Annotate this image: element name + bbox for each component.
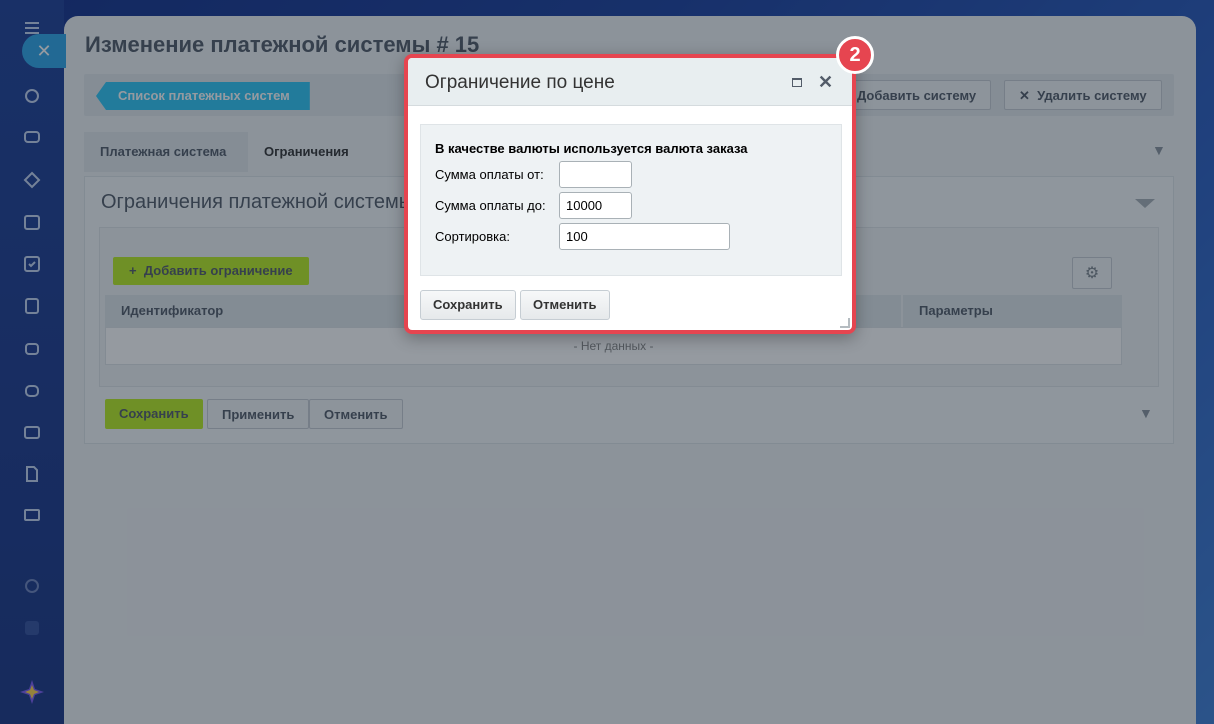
min-amount-label: Сумма оплаты от: bbox=[435, 167, 544, 182]
price-restriction-dialog: Ограничение по цене ✕ В качестве валюты … bbox=[404, 54, 856, 334]
dialog-header: Ограничение по цене ✕ bbox=[408, 58, 852, 106]
maximize-icon[interactable] bbox=[792, 78, 802, 87]
dialog-cancel-button[interactable]: Отменить bbox=[520, 290, 610, 320]
min-amount-input[interactable] bbox=[559, 161, 632, 188]
step-badge: 2 bbox=[836, 36, 874, 74]
dialog-title: Ограничение по цене bbox=[425, 72, 615, 93]
close-icon[interactable]: ✕ bbox=[818, 72, 833, 93]
sort-label: Сортировка: bbox=[435, 229, 510, 244]
max-amount-input[interactable] bbox=[559, 192, 632, 219]
dialog-save-button[interactable]: Сохранить bbox=[420, 290, 516, 320]
dialog-form: В качестве валюты используется валюта за… bbox=[420, 124, 842, 276]
max-amount-label: Сумма оплаты до: bbox=[435, 198, 546, 213]
sort-input[interactable] bbox=[559, 223, 730, 250]
currency-hint: В качестве валюты используется валюта за… bbox=[435, 141, 748, 156]
resize-handle[interactable] bbox=[840, 318, 850, 328]
